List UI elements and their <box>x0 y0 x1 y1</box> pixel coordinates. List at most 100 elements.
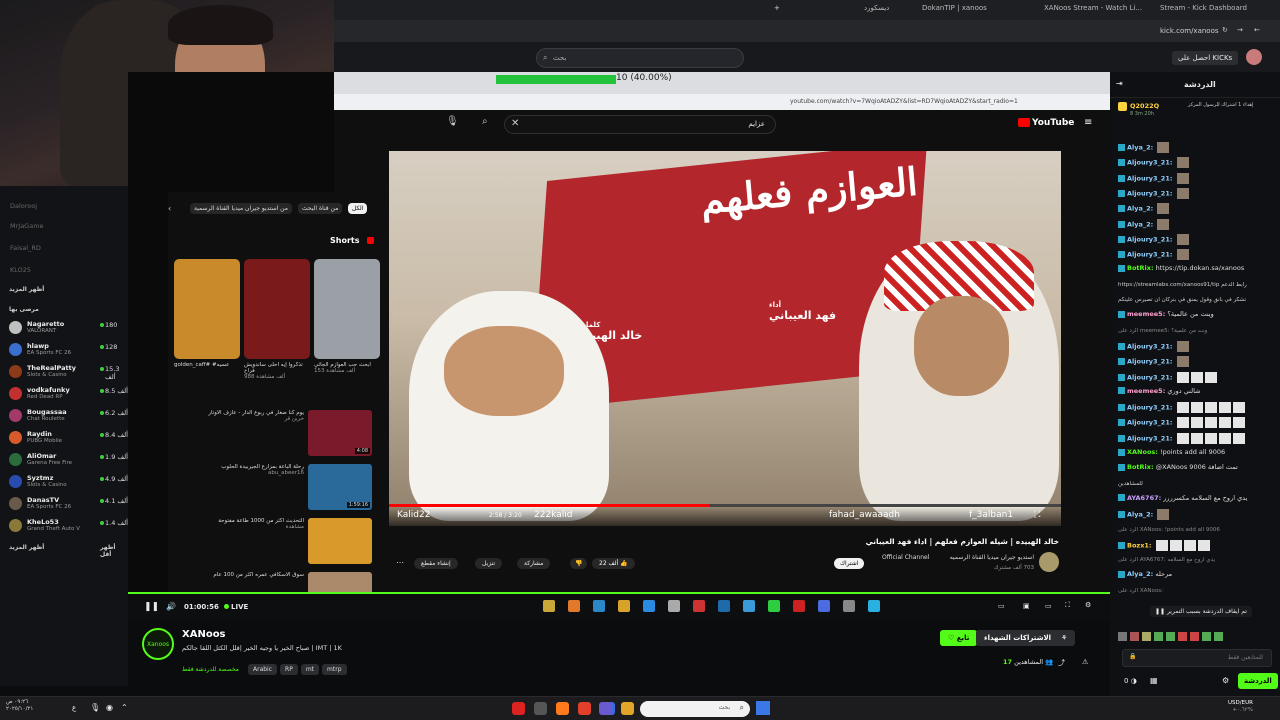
sidebar-channel[interactable]: Nagaretto VALORANT 180 <box>0 319 128 336</box>
chrome-icon[interactable] <box>578 702 591 715</box>
theater-icon[interactable]: ▭ <box>1045 602 1052 610</box>
chat-message[interactable]: Alya_2: <box>1118 203 1276 215</box>
chat-message[interactable]: Aljoury3_21: <box>1118 371 1276 383</box>
chat-username[interactable]: BotRix: <box>1127 463 1154 471</box>
chat-username[interactable]: Alya_2: <box>1127 144 1153 152</box>
subscribe-button[interactable]: اشتراك <box>834 558 865 569</box>
stream-player[interactable]: 10 (40.00%) youtube.com/watch?v=7WqioAtA… <box>128 72 1110 602</box>
chat-message[interactable]: Alya_2: <box>1118 509 1276 521</box>
streamer-name[interactable]: XANoos <box>182 629 226 640</box>
sidebar-show-more[interactable]: أظهر المزيد <box>9 544 44 551</box>
obs-icon[interactable] <box>512 702 525 715</box>
currency-widget[interactable]: USD/EUR +٠.٦٢% <box>1228 700 1253 713</box>
chat-username[interactable]: Bozx1: <box>1127 541 1152 549</box>
short-title[interactable]: golden_caff# #عسيه <box>174 362 240 384</box>
chat-message[interactable]: Aljoury3_21: <box>1118 356 1276 368</box>
like-button[interactable]: 22 ألف 👍 <box>592 558 635 569</box>
chat-message[interactable]: الرد على meemee5: ونت من علمية؟ <box>1118 326 1276 334</box>
chat-message[interactable]: Aljoury3_21: <box>1118 432 1276 444</box>
chat-message[interactable]: Aljoury3_21: <box>1118 249 1276 261</box>
chat-message[interactable]: BotRix: @XANoos 9006 تمت اضافة <box>1118 463 1276 471</box>
chat-message[interactable]: AYA6767: يدي اروح مع السلامه مكسرررر <box>1118 494 1276 502</box>
chat-username[interactable]: Aljoury3_21: <box>1127 342 1172 350</box>
chat-username[interactable]: Aljoury3_21: <box>1127 404 1172 412</box>
follow-button[interactable]: ♡ تابع <box>940 630 978 646</box>
chip-channel[interactable]: من استديو جيران ميديا القناة الرسمية <box>190 203 292 214</box>
chat-send-button[interactable]: الدردشة <box>1238 673 1278 689</box>
discord-icon[interactable] <box>599 702 612 715</box>
chat-message[interactable]: Alya_2: <box>1118 218 1276 230</box>
tab-kick-dashboard[interactable]: Stream - Kick Dashboard <box>1160 4 1247 12</box>
channel-avatar[interactable] <box>1039 552 1059 572</box>
back-arrow-icon[interactable]: ← <box>1254 26 1260 34</box>
forward-arrow-icon[interactable]: → <box>1237 26 1243 34</box>
app-icon[interactable] <box>534 702 547 715</box>
firefox-icon[interactable] <box>556 702 569 715</box>
windows-start-icon[interactable] <box>756 701 770 715</box>
tag-pill[interactable]: Arabic <box>248 664 278 675</box>
pinned-user[interactable]: Q2022Q <box>1130 102 1159 110</box>
more-actions-icon[interactable]: ⋯ <box>396 558 404 567</box>
chat-username[interactable]: Aljoury3_21: <box>1127 358 1172 366</box>
chat-username[interactable]: Aljoury3_21: <box>1127 419 1172 427</box>
chat-username[interactable]: Aljoury3_21: <box>1127 434 1172 442</box>
chat-message[interactable]: Aljoury3_21: <box>1118 157 1276 169</box>
input-language[interactable]: ع <box>72 704 76 712</box>
side-video-thumbnail[interactable]: 1:59:16 <box>308 464 372 510</box>
tag-pill[interactable]: mtrp <box>322 664 347 675</box>
chat-username[interactable]: Aljoury3_21: <box>1127 235 1172 243</box>
clear-icon[interactable]: ✕ <box>511 118 519 129</box>
yt-search-icon[interactable]: ⌕ <box>482 116 488 127</box>
chat-message[interactable]: BotRix: https://tip.dokan.sa/xanoos <box>1118 264 1276 272</box>
taskbar-search[interactable]: ⌕ بحث <box>640 701 750 717</box>
tag-pill[interactable]: RP <box>280 664 298 675</box>
short-thumbnail[interactable] <box>174 259 240 359</box>
chat-username[interactable]: BotRix: <box>1127 264 1154 272</box>
chat-message[interactable]: Aljoury3_21: <box>1118 233 1276 245</box>
sidebar-dim-item[interactable]: Dalorooj <box>10 202 37 210</box>
short-thumbnail[interactable] <box>244 259 310 359</box>
sidebar-dim-item[interactable]: KLO25 <box>10 266 31 274</box>
channel-name[interactable]: استديو جيران ميديا القناة الرسميه <box>834 554 1034 561</box>
captions-icon[interactable]: ▭ <box>998 602 1005 610</box>
gift-sub-icon[interactable]: ▦ <box>1150 676 1158 685</box>
chat-message[interactable]: meemee5: شالني دوري <box>1118 387 1276 395</box>
get-kicks-button[interactable]: احصل على KICKs <box>1172 51 1239 65</box>
chip-all[interactable]: الكل <box>348 203 368 214</box>
chat-paused-notice[interactable]: ❚❚ تم ايقاف الدردشة بسبب التمرير <box>1150 606 1252 617</box>
chat-message[interactable]: Alya_2: <box>1118 142 1276 153</box>
chat-username[interactable]: meemee5: <box>1127 310 1165 318</box>
menu-icon[interactable]: ≡ <box>1084 117 1092 128</box>
chat-message[interactable]: meemee5: وينت من عالمية؟ <box>1118 310 1276 318</box>
tray-expand-icon[interactable]: ⌃ <box>121 703 128 712</box>
chat-username[interactable]: Alya_2: <box>1127 205 1153 213</box>
tab-dokantip[interactable]: DokanTIP | xanoos <box>922 4 987 12</box>
new-tab-icon[interactable]: + <box>774 4 780 12</box>
chat-username[interactable]: Aljoury3_21: <box>1127 251 1172 259</box>
chips-back-icon[interactable]: ‹ <box>168 204 171 213</box>
short-thumbnail[interactable] <box>314 259 380 359</box>
chat-message[interactable]: للمشاهدين <box>1118 479 1276 487</box>
side-video-thumbnail[interactable]: 4:08 <box>308 410 372 456</box>
tag-pill[interactable]: mt <box>300 664 320 675</box>
tab-xanoos-stream[interactable]: XANoos Stream - Watch Li... <box>1044 4 1142 12</box>
clip-icon[interactable]: ▣ <box>1023 602 1030 610</box>
side-video-title[interactable]: يوم كنا صغار في ربوع الدار - عازف الأوتا… <box>172 410 304 440</box>
sidebar-channel[interactable]: DanasTV EA Sports FC 26 4.1 ألف <box>0 495 128 512</box>
chat-username[interactable]: Aljoury3_21: <box>1127 174 1172 182</box>
chat-message[interactable]: Alya_2: مرحله <box>1118 570 1276 578</box>
chat-username[interactable]: Aljoury3_21: <box>1127 189 1172 197</box>
settings-icon[interactable]: ⚙ <box>1085 601 1091 609</box>
sidebar-channel[interactable]: Bougassaa Chat Roulette 6.2 ألف <box>0 407 128 424</box>
chat-message[interactable]: الرد على XANoos: <box>1118 586 1276 594</box>
user-avatar[interactable] <box>1246 49 1262 65</box>
chat-message[interactable]: XANoos: !points add all 9006 <box>1118 448 1276 456</box>
side-video-title[interactable]: التحديث أكثر من 1000 طاعة مفتوحة مشاهدة <box>172 518 304 548</box>
file-explorer-icon[interactable] <box>621 702 634 715</box>
sidebar-dim-item[interactable]: MrJaGame <box>10 222 44 230</box>
short-title[interactable]: ابحث حب العوازم الجاثي 153 ألف مشاهدة <box>314 362 380 384</box>
chat-username[interactable]: Aljoury3_21: <box>1127 159 1172 167</box>
sidebar-channel[interactable]: Raydin PUBG Mobile 8.4 ألف <box>0 429 128 446</box>
sidebar-show-more-top[interactable]: أظهر المزيد <box>9 286 44 293</box>
side-video-thumbnail[interactable] <box>308 518 372 564</box>
